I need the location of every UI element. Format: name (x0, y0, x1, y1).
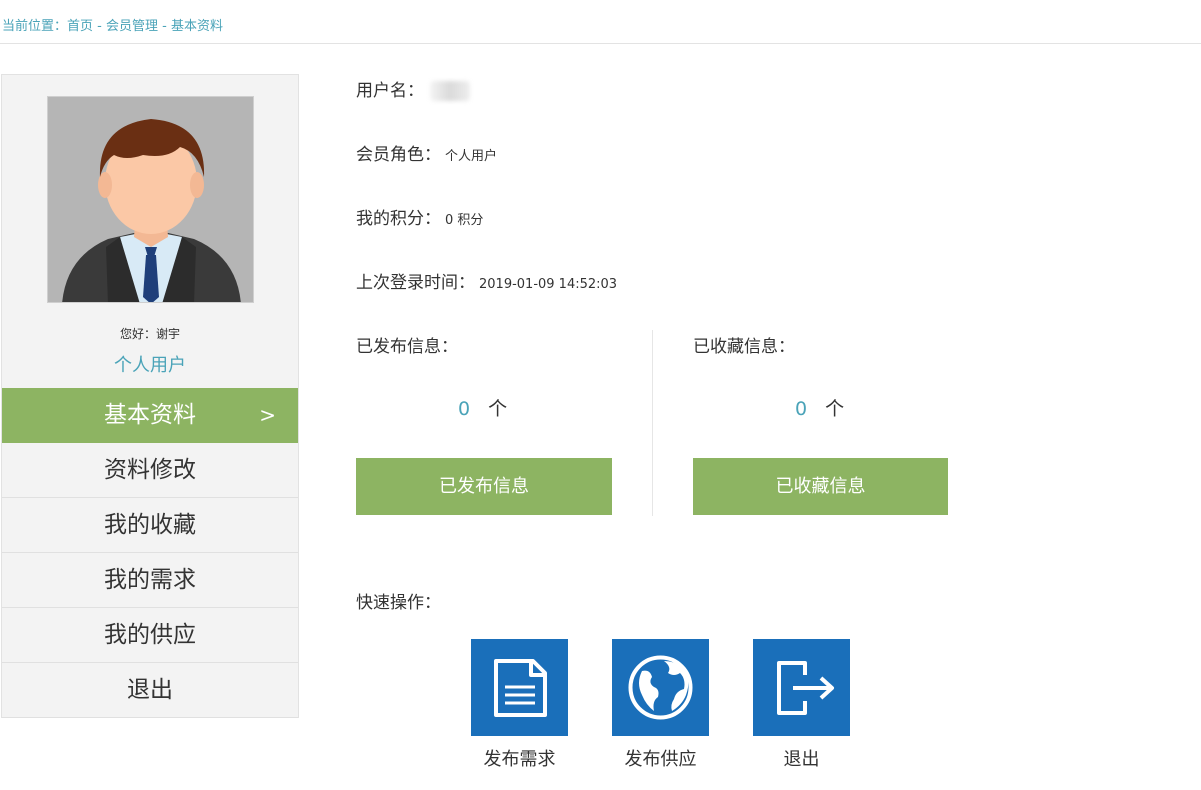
sidebar-item-edit-profile[interactable]: 资料修改 (2, 443, 298, 498)
sidebar-item-favorites[interactable]: 我的收藏 (2, 498, 298, 553)
sidebar-item-label: 我的供应 (104, 622, 196, 648)
favorites-count-number[interactable]: 0 (795, 398, 807, 420)
sidebar-item-label: 我的收藏 (104, 512, 196, 538)
logout-tile[interactable] (753, 639, 850, 736)
user-avatar-icon (48, 97, 253, 302)
favorites-info-button[interactable]: 已收藏信息 (693, 458, 948, 515)
avatar (47, 96, 254, 303)
published-count-number[interactable]: 0 (458, 398, 470, 420)
breadcrumb-separator: - (93, 19, 106, 34)
publish-supply-tile[interactable] (612, 639, 709, 736)
quick-actions-title: 快速操作： (356, 593, 441, 613)
role-row: 会员角色： 个人用户 (356, 140, 497, 165)
breadcrumb: 当前位置：首页 - 会员管理 - 基本资料 (0, 0, 1201, 44)
role-value: 个人用户 (445, 149, 498, 164)
favorites-count-unit: 个 (825, 398, 845, 420)
breadcrumb-current: 基本资料 (170, 19, 223, 34)
sidebar-item-label: 资料修改 (104, 457, 196, 483)
logout-icon (777, 661, 834, 715)
username-value-redacted (430, 81, 470, 101)
publish-demand-tile[interactable] (471, 639, 568, 736)
globe-icon (628, 655, 693, 720)
username-row: 用户名： (356, 76, 470, 101)
breadcrumb-home-link[interactable]: 首页 (67, 19, 93, 34)
sidebar-item-my-demands[interactable]: 我的需求 (2, 553, 298, 608)
greeting-text: 您好：谢宇 (119, 327, 180, 341)
publish-supply-label[interactable]: 发布供应 (612, 745, 709, 771)
points-row: 我的积分： 0 积分 (356, 204, 483, 229)
breadcrumb-prefix: 当前位置： (2, 19, 68, 34)
stats-divider (652, 330, 653, 516)
role-label: 会员角色： (356, 145, 441, 165)
publish-demand-label[interactable]: 发布需求 (471, 745, 568, 771)
points-label: 我的积分： (356, 209, 441, 229)
published-info-button[interactable]: 已发布信息 (356, 458, 612, 515)
sidebar-menu: 基本资料 > 资料修改 我的收藏 我的需求 我的供应 退出 (2, 388, 298, 718)
sidebar-item-label: 基本资料 (104, 402, 196, 428)
sidebar-item-label: 退出 (127, 677, 173, 703)
last-login-value: 2019-01-09 14:52:03 (479, 277, 618, 292)
sidebar-item-basic-info[interactable]: 基本资料 > (2, 388, 298, 443)
favorites-label: 已收藏信息： (693, 337, 795, 357)
points-value: 0 积分 (445, 213, 484, 228)
user-role-link[interactable]: 个人用户 (2, 351, 298, 377)
favorites-count: 0个 (795, 394, 844, 421)
published-count-unit: 个 (488, 398, 508, 420)
breadcrumb-member-link[interactable]: 会员管理 (106, 19, 158, 34)
sidebar-item-label: 我的需求 (104, 567, 196, 593)
published-count: 0个 (458, 394, 507, 421)
breadcrumb-separator: - (158, 19, 171, 34)
sidebar-item-logout[interactable]: 退出 (2, 663, 298, 718)
last-login-label: 上次登录时间： (356, 273, 475, 293)
username-label: 用户名： (356, 81, 424, 101)
sidebar: 您好：谢宇 个人用户 基本资料 > 资料修改 我的收藏 我的需求 我的供应 退出 (1, 74, 299, 718)
last-login-row: 上次登录时间： 2019-01-09 14:52:03 (356, 268, 617, 293)
document-icon (494, 659, 547, 717)
published-label: 已发布信息： (356, 337, 458, 357)
sidebar-item-my-supplies[interactable]: 我的供应 (2, 608, 298, 663)
chevron-right-icon: > (259, 403, 276, 427)
logout-label[interactable]: 退出 (753, 745, 850, 771)
